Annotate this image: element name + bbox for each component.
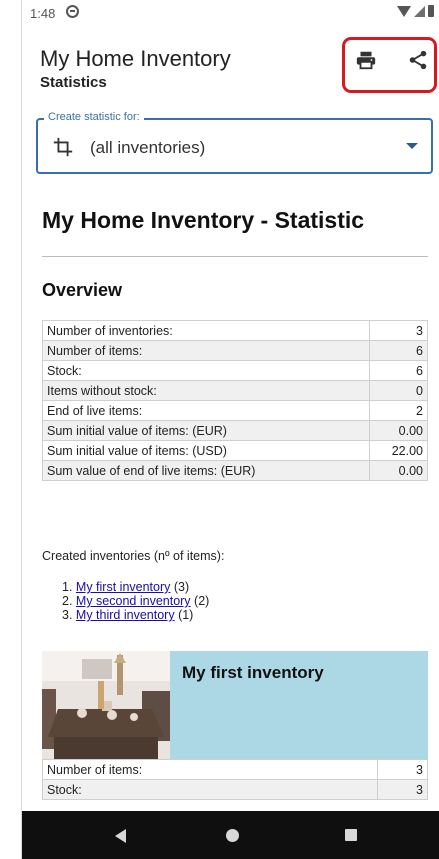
row-value: 0.00: [369, 420, 428, 441]
list-item: 2. My second inventory (2): [62, 594, 209, 608]
row-value: 6: [369, 360, 428, 381]
crop-icon: [53, 137, 73, 157]
row-label: Sum initial value of items: (EUR): [42, 420, 370, 441]
home-icon[interactable]: [226, 829, 239, 842]
row-label: Number of items:: [42, 759, 378, 780]
row-label: Stock:: [42, 360, 370, 381]
screen-subtitle: Statistics: [40, 74, 107, 91]
signal-icon: [414, 5, 425, 17]
row-value: 3: [369, 320, 428, 341]
back-icon[interactable]: [115, 829, 126, 843]
phone-screen: 1:48 My Home Inventory Statistics Create…: [21, 0, 439, 859]
report-title: My Home Inventory - Statistic: [42, 207, 365, 233]
row-value: 3: [377, 759, 428, 780]
row-value: 3: [377, 779, 428, 800]
table-row: Number of items: 6: [42, 340, 428, 361]
table-row: Sum value of end of live items: (EUR) 0.0…: [42, 460, 428, 481]
selector-value[interactable]: (all inventories): [90, 138, 205, 158]
table-row: Sum initial value of items: (EUR) 0.00: [42, 420, 428, 441]
selector-label: Create statistic for:: [44, 111, 144, 123]
print-icon: [356, 51, 376, 70]
item-count: (1): [178, 608, 194, 622]
table-row: Items without stock: 0: [42, 380, 428, 401]
row-value: 22.00: [369, 440, 428, 461]
row-label: Items without stock:: [42, 380, 370, 401]
dropdown-caret-icon[interactable]: [406, 143, 418, 149]
row-value: 6: [369, 340, 428, 361]
item-count: (3): [173, 580, 190, 594]
inventory-list: 1. My first inventory (3) 2. My second i…: [62, 580, 209, 622]
created-inventories-caption: Created inventories (nº of items):: [42, 549, 225, 563]
inventory-card-title: My first inventory: [182, 663, 324, 682]
list-number: 3.: [62, 608, 73, 622]
item-count: (2): [194, 594, 210, 608]
table-row: Stock: 3: [42, 779, 428, 800]
app-bar: My Home Inventory Statistics: [22, 26, 439, 104]
overview-table: Number of inventories: 3 Number of items:…: [42, 320, 428, 481]
inventory-link-first[interactable]: My first inventory: [76, 580, 170, 594]
inventory-link-second[interactable]: My second inventory: [76, 594, 191, 608]
table-row: End of live items: 2: [42, 400, 428, 421]
inventory-card-table: Number of items: 3 Stock: 3: [42, 759, 428, 800]
table-row: Number of inventories: 3: [42, 320, 428, 341]
list-item: 3. My third inventory (1): [62, 608, 209, 622]
inventory-link-third[interactable]: My third inventory: [76, 608, 175, 622]
battery-icon: [428, 5, 434, 17]
overview-heading: Overview: [42, 280, 123, 300]
recent-apps-icon[interactable]: [345, 829, 357, 841]
row-label: Sum value of end of live items: (EUR): [42, 460, 370, 481]
row-value: 2: [369, 400, 428, 421]
row-label: Number of inventories:: [42, 320, 370, 341]
system-icons: [397, 5, 434, 17]
wifi-icon: [397, 5, 411, 17]
do-not-disturb-icon: [66, 5, 79, 18]
list-number: 1.: [62, 580, 73, 594]
table-row: Number of items: 3: [42, 759, 428, 780]
status-bar: 1:48: [22, 0, 439, 26]
row-value: 0.00: [369, 460, 428, 481]
row-value: 0: [369, 380, 428, 401]
inventory-photo: [42, 651, 170, 759]
share-icon: [409, 50, 427, 70]
status-time: 1:48: [30, 6, 56, 21]
print-button[interactable]: [352, 46, 380, 74]
row-label: Stock:: [42, 779, 378, 800]
row-label: Number of items:: [42, 340, 370, 361]
navigation-bar: [22, 811, 439, 859]
table-row: Stock: 6: [42, 360, 428, 381]
divider: [42, 256, 428, 257]
share-button[interactable]: [404, 46, 432, 74]
app-title: My Home Inventory: [40, 46, 231, 71]
row-label: End of live items:: [42, 400, 370, 421]
row-label: Sum initial value of items: (USD): [42, 440, 370, 461]
list-number: 2.: [62, 594, 73, 608]
list-item: 1. My first inventory (3): [62, 580, 209, 594]
table-row: Sum initial value of items: (USD) 22.00: [42, 440, 428, 461]
